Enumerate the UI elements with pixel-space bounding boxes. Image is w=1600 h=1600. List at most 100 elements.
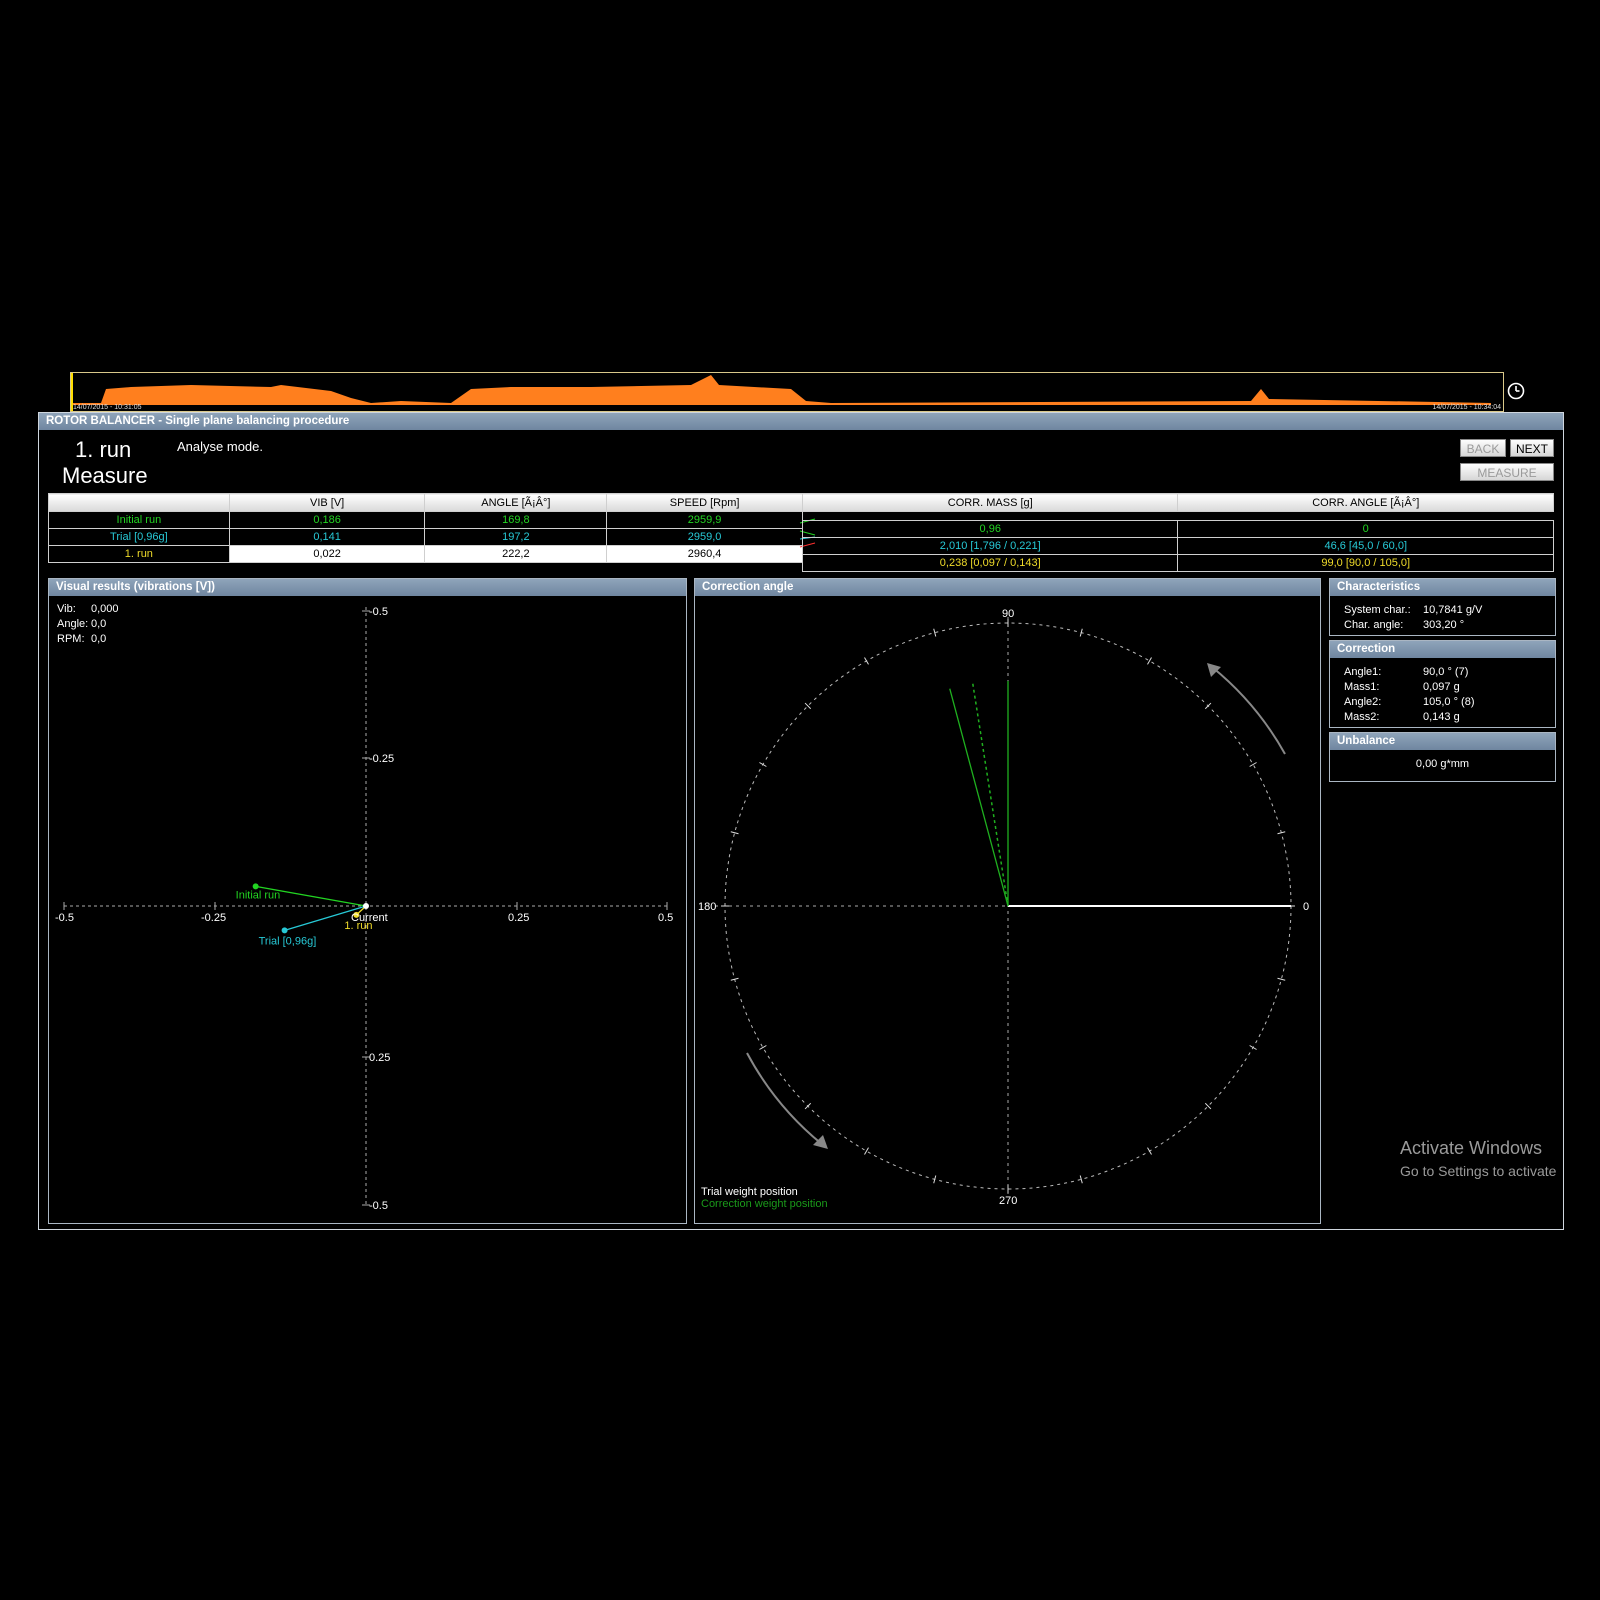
y-tick-label: -0.25 bbox=[369, 753, 394, 765]
timeline-start: 14/07/2015 - 10:31:05 bbox=[73, 404, 142, 411]
y-tick-label: 0.25 bbox=[369, 1052, 390, 1064]
correction-angle-dial[interactable]: 90 180 0 270 Trial weight position Corre… bbox=[695, 597, 1319, 1221]
mass2-value: 0,143 g bbox=[1423, 711, 1460, 723]
vibration-plot[interactable]: -0.5 -0.25 0.25 0.5 -0.5 -0.25 0.25 -0.5… bbox=[49, 597, 685, 1221]
data-point[interactable] bbox=[281, 927, 288, 934]
point-label: Initial run bbox=[236, 889, 281, 901]
panel-title: Unbalance bbox=[1330, 733, 1555, 750]
point-label: Trial [0,96g] bbox=[259, 935, 317, 947]
angle1-label: Angle1: bbox=[1344, 666, 1382, 678]
table-row[interactable]: 1. run 0,022 222,2 2960,4 bbox=[48, 545, 803, 563]
dial-label-90: 90 bbox=[1002, 608, 1014, 620]
corr-mass: 2,010 [1,796 / 0,221] bbox=[801, 537, 1179, 555]
legend-trial: Trial weight position bbox=[701, 1186, 798, 1198]
corr-mass: 0,96 bbox=[801, 520, 1179, 538]
dial-tick bbox=[1277, 977, 1286, 981]
dial-tick bbox=[933, 628, 937, 637]
column-header: CORR. ANGLE [Ã¡Â°] bbox=[1177, 493, 1554, 512]
table-row[interactable]: 2,010 [1,796 / 0,221] 46,6 [45,0 / 60,0] bbox=[801, 537, 1554, 555]
window-title: ROTOR BALANCER - Single plane balancing … bbox=[39, 413, 1563, 430]
row-speed: 2960,4 bbox=[606, 545, 803, 563]
dial-tick bbox=[1079, 1175, 1083, 1184]
row-vib: 0,186 bbox=[228, 511, 426, 529]
column-header bbox=[48, 493, 230, 512]
x-tick-label: 0.25 bbox=[508, 912, 529, 924]
row-vib: 0,022 bbox=[228, 545, 426, 563]
dial-label-270: 270 bbox=[999, 1195, 1017, 1207]
panel-title: Correction angle bbox=[695, 579, 1320, 596]
column-header: VIB [V] bbox=[228, 493, 426, 512]
back-button[interactable]: BACK bbox=[1460, 439, 1506, 457]
panel-title: Correction bbox=[1330, 641, 1555, 658]
column-header: SPEED [Rpm] bbox=[606, 493, 803, 512]
row-name: Trial [0,96g] bbox=[48, 528, 230, 546]
row-speed: 2959,0 bbox=[606, 528, 803, 546]
table-header-row: CORR. MASS [g] CORR. ANGLE [Ã¡Â°] bbox=[801, 493, 1554, 512]
table-row[interactable]: 0,96 0 bbox=[801, 520, 1554, 538]
table-row[interactable]: Initial run 0,186 169,8 2959,9 bbox=[48, 511, 803, 529]
row-vib: 0,141 bbox=[228, 528, 426, 546]
corr-angle: 46,6 [45,0 / 60,0] bbox=[1177, 537, 1554, 555]
angle2-label: Angle2: bbox=[1344, 696, 1382, 708]
unbalance-panel: Unbalance 0,00 g*mm bbox=[1329, 732, 1556, 782]
angle2-value: 105,0 ° (8) bbox=[1423, 696, 1475, 708]
row-name: Initial run bbox=[48, 511, 230, 529]
row-angle: 197,2 bbox=[424, 528, 608, 546]
legend-correction: Correction weight position bbox=[701, 1198, 828, 1210]
dial-label-0: 0 bbox=[1303, 901, 1309, 913]
watermark-line2: Go to Settings to activate bbox=[1400, 1163, 1557, 1179]
correction-table: CORR. MASS [g] CORR. ANGLE [Ã¡Â°] 0,96 0… bbox=[801, 493, 1554, 572]
corr-angle: 0 bbox=[1177, 520, 1554, 538]
rotation-arrow-head-icon bbox=[1207, 663, 1221, 677]
correction-angle-panel: Correction angle 90 180 0 270 Trial weig… bbox=[694, 578, 1321, 1224]
clock-icon[interactable] bbox=[1507, 382, 1525, 400]
y-tick-label: -0.5 bbox=[369, 606, 388, 618]
mass1-value: 0,097 g bbox=[1423, 681, 1460, 693]
timeline-end: 14/07/2015 - 10:34:04 bbox=[1432, 404, 1501, 411]
next-button[interactable]: NEXT bbox=[1510, 439, 1554, 457]
dial-tick bbox=[1147, 1147, 1152, 1155]
run-title: 1. run bbox=[75, 437, 132, 462]
current-point[interactable] bbox=[363, 903, 369, 909]
mass1-label: Mass1: bbox=[1344, 681, 1380, 693]
dial-tick bbox=[1147, 657, 1152, 665]
column-header: CORR. MASS [g] bbox=[801, 493, 1179, 512]
correction-panel: Correction Angle1: 90,0 ° (7) Mass1: 0,0… bbox=[1329, 640, 1556, 728]
x-tick-label: -0.25 bbox=[201, 912, 226, 924]
char-angle-value: 303,20 ° bbox=[1423, 619, 1465, 631]
timeline-strip[interactable]: 14/07/2015 - 10:31:05 14/07/2015 - 10:34… bbox=[70, 372, 1504, 412]
dial-tick bbox=[1204, 702, 1212, 710]
timeline-waveform bbox=[71, 373, 1491, 411]
row-angle: 169,8 bbox=[424, 511, 608, 529]
unbalance-value: 0,00 g*mm bbox=[1415, 758, 1470, 770]
y-tick-label: -0.5 bbox=[369, 1200, 388, 1212]
visual-results-panel: Visual results (vibrations [V]) Vib: 0,0… bbox=[48, 578, 687, 1224]
dial-tick bbox=[864, 1147, 869, 1155]
table-row[interactable]: 0,238 [0,097 / 0,143] 99,0 [90,0 / 105,0… bbox=[801, 554, 1554, 572]
measurement-table: VIB [V] ANGLE [Ã¡Â°] SPEED [Rpm] Initial… bbox=[48, 493, 803, 563]
dial-tick bbox=[864, 657, 869, 665]
rotation-arrow-head-icon bbox=[813, 1135, 828, 1149]
system-char-label: System char.: bbox=[1344, 604, 1411, 616]
corr-angle: 99,0 [90,0 / 105,0] bbox=[1177, 554, 1554, 572]
rotation-arrow-icon bbox=[746, 1052, 824, 1146]
row-speed: 2959,9 bbox=[606, 511, 803, 529]
dial-tick bbox=[1249, 1045, 1257, 1050]
dial-tick bbox=[804, 1102, 812, 1110]
dial-label-180: 180 bbox=[698, 901, 716, 913]
dial-tick bbox=[730, 831, 739, 835]
x-tick-label: 0.5 bbox=[658, 912, 673, 924]
dial-tick bbox=[759, 762, 767, 767]
angle1-value: 90,0 ° (7) bbox=[1423, 666, 1469, 678]
table-row[interactable]: Trial [0,96g] 0,141 197,2 2959,0 bbox=[48, 528, 803, 546]
balancer-window: ROTOR BALANCER - Single plane balancing … bbox=[38, 412, 1564, 1230]
system-char-value: 10,7841 g/V bbox=[1423, 604, 1483, 616]
activate-windows-watermark: Activate Windows Go to Settings to activ… bbox=[1400, 1138, 1556, 1179]
measure-button[interactable]: MEASURE bbox=[1460, 463, 1554, 481]
char-angle-label: Char. angle: bbox=[1344, 619, 1404, 631]
characteristics-panel: Characteristics System char.: 10,7841 g/… bbox=[1329, 578, 1556, 636]
column-header: ANGLE [Ã¡Â°] bbox=[424, 493, 608, 512]
watermark-line1: Activate Windows bbox=[1400, 1138, 1543, 1158]
panel-title: Visual results (vibrations [V]) bbox=[49, 579, 686, 596]
panel-title: Characteristics bbox=[1330, 579, 1555, 596]
